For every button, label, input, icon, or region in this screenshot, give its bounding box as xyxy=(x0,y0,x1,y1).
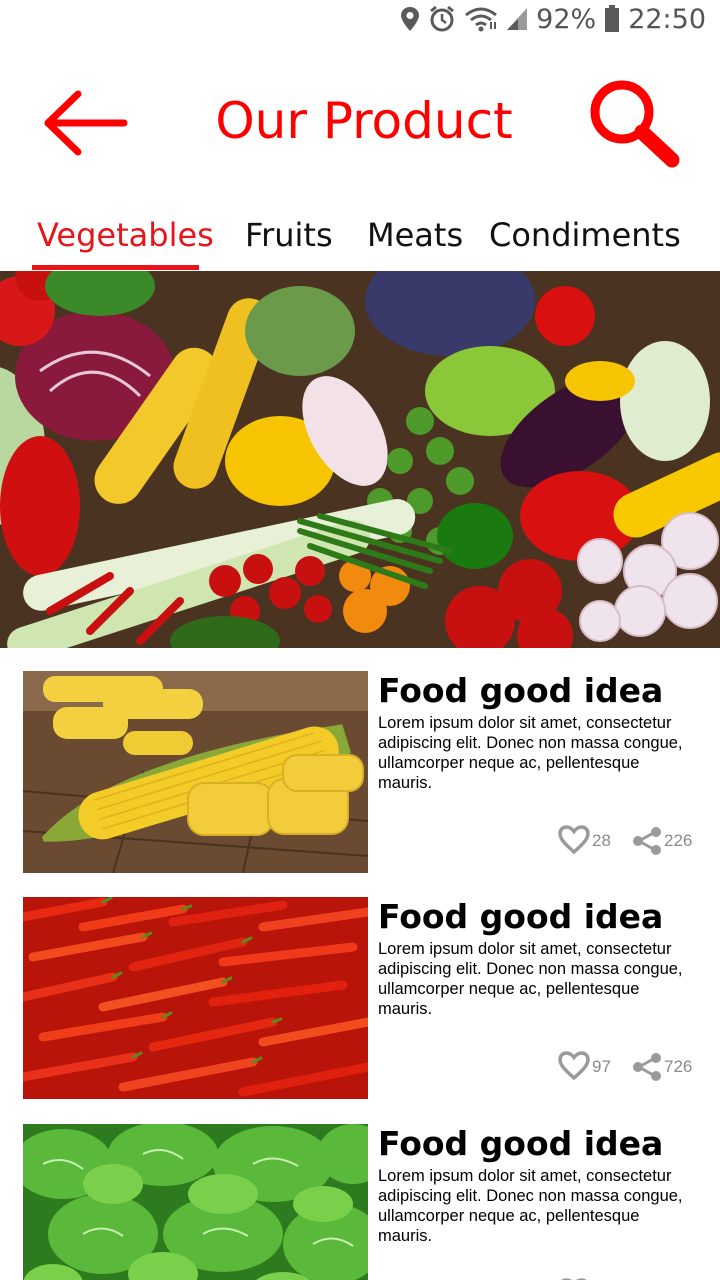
status-icons: 92% 22:50 xyxy=(400,2,706,36)
share-count: 226 xyxy=(664,831,693,850)
clock: 22:50 xyxy=(628,3,706,35)
share-count: 726 xyxy=(664,1057,693,1076)
location-icon xyxy=(401,7,420,31)
tab-fruits[interactable]: Fruits xyxy=(245,216,333,254)
product-description: Lorem ipsum dolor sit amet, consectetur … xyxy=(378,940,683,1018)
like-count: 28 xyxy=(592,831,611,850)
hero-vegetables-image xyxy=(0,271,720,648)
product-stats xyxy=(556,1276,706,1280)
tab-vegetables[interactable]: Vegetables xyxy=(37,216,214,254)
product-image-lettuce xyxy=(23,1124,368,1280)
share-icon[interactable] xyxy=(632,1053,662,1081)
app-header: Our Product xyxy=(0,70,720,180)
heart-icon[interactable] xyxy=(558,825,590,855)
category-tabs: Vegetables Fruits Meats Condiments xyxy=(0,210,720,272)
search-icon xyxy=(590,80,680,168)
tab-meats[interactable]: Meats xyxy=(367,216,463,254)
product-stats: 97 726 xyxy=(556,1049,706,1085)
product-image-corn xyxy=(23,671,368,873)
like-count: 97 xyxy=(592,1057,611,1076)
product-description: Lorem ipsum dolor sit amet, consectetur … xyxy=(378,1167,683,1245)
signal-icon xyxy=(507,8,528,30)
product-card[interactable]: Food good idea Lorem ipsum dolor sit ame… xyxy=(0,897,720,1102)
share-icon[interactable] xyxy=(632,827,662,855)
search-button[interactable] xyxy=(586,76,684,174)
product-card[interactable]: Food good idea Lorem ipsum dolor sit ame… xyxy=(0,671,720,876)
product-title: Food good idea xyxy=(378,671,664,710)
product-card[interactable]: Food good idea Lorem ipsum dolor sit ame… xyxy=(0,1124,720,1280)
alarm-icon xyxy=(430,5,455,32)
status-bar: 92% 22:50 xyxy=(0,0,720,40)
battery-percent: 92% xyxy=(536,3,597,35)
tab-condiments[interactable]: Condiments xyxy=(489,216,681,254)
product-description: Lorem ipsum dolor sit amet, consectetur … xyxy=(378,714,683,792)
wifi-icon xyxy=(465,7,498,32)
product-image-chili-peppers xyxy=(23,897,368,1099)
product-title: Food good idea xyxy=(378,1124,664,1163)
heart-icon[interactable] xyxy=(558,1051,590,1081)
battery-icon xyxy=(605,5,620,32)
product-title: Food good idea xyxy=(378,897,664,936)
product-stats: 28 226 xyxy=(556,823,706,859)
active-tab-indicator xyxy=(32,265,199,270)
